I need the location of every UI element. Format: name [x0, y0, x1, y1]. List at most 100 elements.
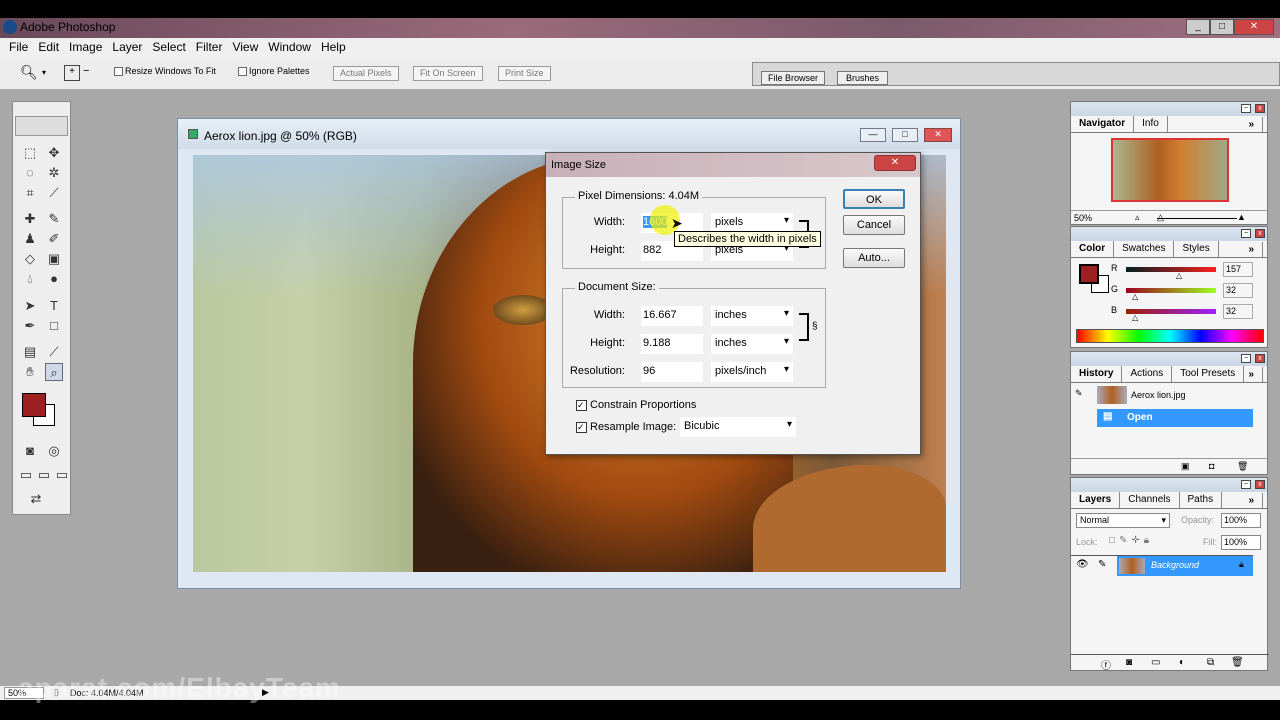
- menu-help[interactable]: Help: [316, 40, 351, 58]
- zoom-out-icon[interactable]: −: [83, 65, 89, 77]
- panel-menu-icon[interactable]: »: [1240, 242, 1263, 257]
- shape-tool-icon[interactable]: □: [45, 317, 63, 335]
- new-layer-icon[interactable]: ⧉: [1207, 657, 1214, 668]
- fill-input[interactable]: 100%: [1221, 535, 1261, 550]
- red-value-input[interactable]: 157: [1223, 262, 1253, 277]
- maximize-button[interactable]: □: [1210, 19, 1234, 35]
- tool-preset-dropdown[interactable]: ▾: [42, 68, 46, 77]
- doc-height-unit-select[interactable]: inches: [711, 334, 793, 354]
- menu-file[interactable]: File: [4, 40, 33, 58]
- blue-value-input[interactable]: 32: [1223, 304, 1253, 319]
- panel-close-button[interactable]: x: [1255, 104, 1265, 113]
- screen-mode-icon[interactable]: ▭: [17, 466, 35, 484]
- slice-tool-icon[interactable]: ⟋: [45, 184, 63, 202]
- resample-method-select[interactable]: Bicubic: [680, 417, 796, 437]
- brush-tool-icon[interactable]: ✎: [45, 210, 63, 228]
- magic-wand-icon[interactable]: ✲: [45, 164, 63, 182]
- delete-layer-icon[interactable]: 🗑︎: [1231, 657, 1244, 668]
- tab-paths[interactable]: Paths: [1180, 492, 1223, 508]
- resolution-unit-select[interactable]: pixels/inch: [711, 362, 793, 382]
- jump-to-imageready-icon[interactable]: ⇄: [27, 490, 45, 508]
- minimize-button[interactable]: _: [1186, 19, 1210, 35]
- green-slider[interactable]: [1126, 288, 1216, 293]
- tab-actions[interactable]: Actions: [1122, 366, 1173, 382]
- clone-stamp-icon[interactable]: ♟: [21, 230, 39, 248]
- eraser-tool-icon[interactable]: ◇: [21, 250, 39, 268]
- path-selection-icon[interactable]: ➤: [21, 297, 39, 315]
- history-snapshot[interactable]: ✎ Aerox lion.jpg: [1071, 385, 1253, 405]
- navigator-thumbnail[interactable]: [1111, 138, 1229, 202]
- panel-minimize-button[interactable]: −: [1241, 229, 1251, 238]
- tab-channels[interactable]: Channels: [1120, 492, 1180, 508]
- layer-mask-icon[interactable]: ◙: [1126, 657, 1132, 668]
- panel-close-button[interactable]: x: [1255, 480, 1265, 489]
- menu-select[interactable]: Select: [147, 40, 190, 58]
- blue-slider-thumb[interactable]: △: [1132, 313, 1138, 322]
- notes-tool-icon[interactable]: ▤: [21, 343, 39, 361]
- tab-styles[interactable]: Styles: [1174, 241, 1219, 257]
- ignore-palettes-checkbox[interactable]: Ignore Palettes: [238, 66, 310, 76]
- doc-minimize-button[interactable]: —: [860, 128, 886, 142]
- file-browser-tab[interactable]: File Browser: [761, 71, 826, 85]
- brush-link-icon[interactable]: ✎: [1098, 559, 1106, 570]
- ok-button[interactable]: OK: [843, 189, 905, 209]
- zoom-slider-thumb[interactable]: △: [1157, 212, 1164, 223]
- dodge-tool-icon[interactable]: ●: [45, 270, 63, 288]
- new-document-from-state-icon[interactable]: ▣: [1181, 461, 1190, 472]
- blue-slider[interactable]: [1126, 309, 1216, 314]
- zoom-tool-icon[interactable]: 🔍︎: [20, 64, 38, 81]
- green-value-input[interactable]: 32: [1223, 283, 1253, 298]
- resample-image-checkbox[interactable]: ✓ Resample Image:: [576, 421, 676, 433]
- quick-mask-icon[interactable]: ◎: [45, 442, 63, 460]
- layer-row-background[interactable]: 👁︎ ✎ Background 🔒︎: [1071, 555, 1253, 576]
- print-size-button[interactable]: Print Size: [498, 66, 551, 81]
- new-snapshot-icon[interactable]: ◘: [1209, 461, 1214, 471]
- tab-layers[interactable]: Layers: [1071, 492, 1121, 508]
- menu-window[interactable]: Window: [263, 40, 316, 58]
- color-ramp[interactable]: [1076, 329, 1264, 343]
- tab-color[interactable]: Color: [1071, 241, 1115, 257]
- eyedropper-icon[interactable]: ⟋: [45, 343, 63, 361]
- full-screen-icon[interactable]: ▭: [53, 466, 71, 484]
- type-tool-icon[interactable]: T: [45, 297, 63, 315]
- standard-mode-icon[interactable]: ◙: [21, 442, 39, 460]
- cancel-button[interactable]: Cancel: [843, 215, 905, 235]
- close-button[interactable]: ✕: [1234, 19, 1274, 35]
- red-slider[interactable]: [1126, 267, 1216, 272]
- fit-on-screen-button[interactable]: Fit On Screen: [413, 66, 483, 81]
- panel-minimize-button[interactable]: −: [1241, 104, 1251, 113]
- pixel-width-unit-select[interactable]: pixels: [711, 213, 793, 233]
- zoom-tool-icon[interactable]: ⌕: [45, 363, 63, 381]
- resolution-input[interactable]: 96: [641, 362, 703, 382]
- doc-width-unit-select[interactable]: inches: [711, 306, 793, 326]
- menu-filter[interactable]: Filter: [191, 40, 228, 58]
- full-screen-menu-icon[interactable]: ▭: [35, 466, 53, 484]
- dialog-close-button[interactable]: ✕: [874, 155, 916, 171]
- green-slider-thumb[interactable]: △: [1132, 292, 1138, 301]
- zoom-in-icon[interactable]: ▲: [1237, 212, 1246, 222]
- navigator-zoom-value[interactable]: 50%: [1074, 213, 1092, 223]
- eye-visibility-icon[interactable]: 👁︎: [1076, 559, 1089, 570]
- zoom-slider[interactable]: [1157, 218, 1237, 219]
- menu-view[interactable]: View: [227, 40, 263, 58]
- trash-icon[interactable]: 🗑︎: [1237, 461, 1248, 472]
- history-brush-source-icon[interactable]: ✎: [1075, 388, 1083, 399]
- auto-button[interactable]: Auto...: [843, 248, 905, 268]
- panel-close-button[interactable]: x: [1255, 229, 1265, 238]
- panel-minimize-button[interactable]: −: [1241, 480, 1251, 489]
- menu-image[interactable]: Image: [64, 40, 107, 58]
- lasso-tool-icon[interactable]: ◌: [21, 164, 39, 182]
- new-group-icon[interactable]: ▭: [1151, 657, 1160, 668]
- zoom-in-icon[interactable]: +: [64, 65, 80, 81]
- lock-icons[interactable]: □✎✛🔒︎: [1109, 535, 1153, 546]
- constrain-proportions-checkbox[interactable]: ✓ Constrain Proportions: [576, 399, 696, 411]
- blend-mode-select[interactable]: Normal ▾: [1076, 513, 1170, 528]
- panel-menu-icon[interactable]: »: [1240, 493, 1263, 508]
- actual-pixels-button[interactable]: Actual Pixels: [333, 66, 399, 81]
- tab-tool-presets[interactable]: Tool Presets: [1172, 366, 1245, 382]
- panel-minimize-button[interactable]: −: [1241, 354, 1251, 363]
- opacity-input[interactable]: 100%: [1221, 513, 1261, 528]
- color-foreground-swatch[interactable]: [1079, 264, 1099, 284]
- brushes-tab[interactable]: Brushes: [837, 71, 889, 85]
- tab-navigator[interactable]: Navigator: [1071, 116, 1135, 132]
